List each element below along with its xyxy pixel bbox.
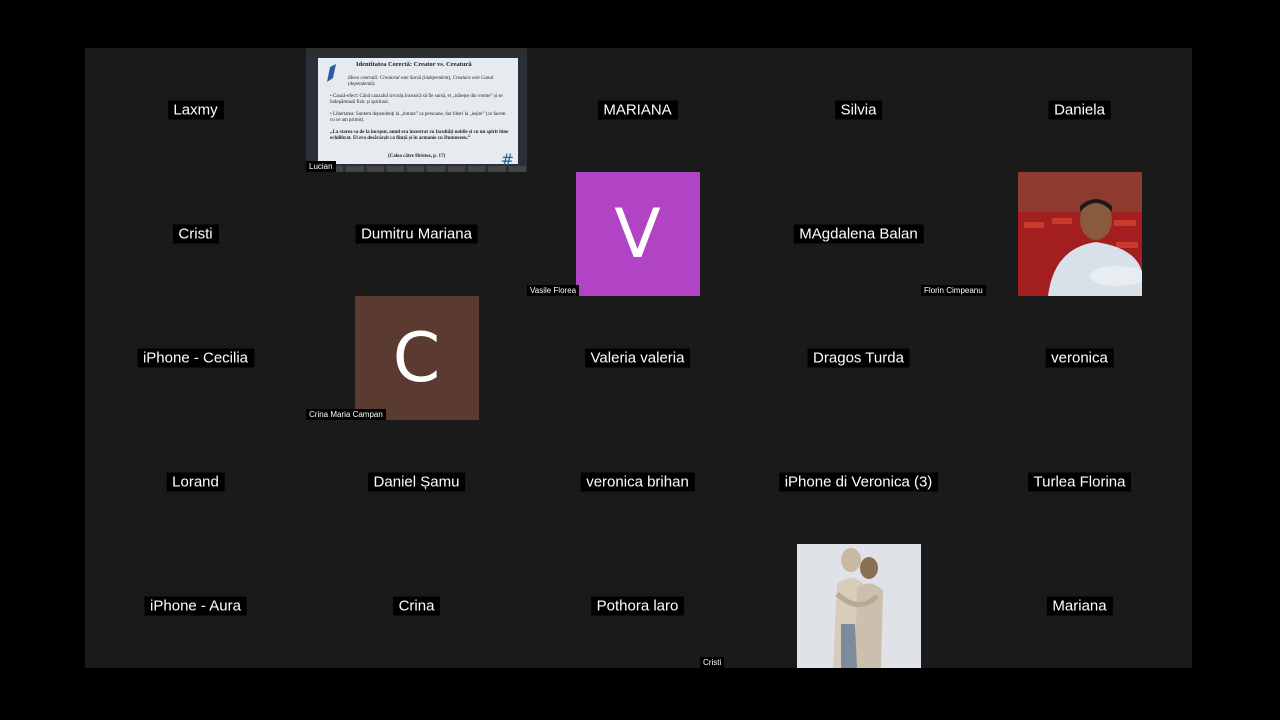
participant-name: Daniela	[1048, 100, 1111, 120]
slide-line: Ideea centrală: Creatorul este Sursă (in…	[348, 76, 494, 87]
pencil-icon	[327, 64, 336, 82]
participant-tile[interactable]: iPhone - Aura	[85, 544, 306, 668]
slide-line: • Cauză-efect: Când cauzalul izvorăș înc…	[330, 94, 503, 105]
participant-name: Laxmy	[167, 100, 224, 120]
participant-tile[interactable]: iPhone di Veronica (3)	[748, 420, 969, 544]
participant-name: Daniel Șamu	[367, 472, 466, 492]
participant-name: Turlea Florina	[1027, 472, 1132, 492]
slide-line: (Calea către Hristos, p. 17)	[388, 154, 446, 159]
participant-tile[interactable]: C Crina Maria Campan	[306, 296, 527, 420]
participant-tile[interactable]: Dumitru Mariana	[306, 172, 527, 296]
participant-name: Valeria valeria	[584, 348, 691, 368]
participant-name: veronica brihan	[580, 472, 695, 492]
person-photo-icon	[1017, 172, 1142, 296]
avatar: V	[575, 172, 700, 296]
participant-tile[interactable]: MARIANA	[527, 48, 748, 172]
shared-toolbar	[306, 48, 527, 56]
participant-tile[interactable]: Cristi	[85, 172, 306, 296]
participant-tile[interactable]: Daniela	[969, 48, 1190, 172]
participant-tile[interactable]: Crina	[306, 544, 527, 668]
participant-tile[interactable]: MAgdalena Balan	[748, 172, 969, 296]
participant-name: veronica	[1045, 348, 1114, 368]
participant-name: Dragos Turda	[807, 348, 910, 368]
participant-tile[interactable]: Daniel Șamu	[306, 420, 527, 544]
video-grid: Laxmy Identitatea Corectă: Creator vs. C…	[85, 48, 1192, 668]
participant-tile[interactable]: Dragos Turda	[748, 296, 969, 420]
participant-tile[interactable]: iPhone - Cecilia	[85, 296, 306, 420]
participant-tile[interactable]: Mariana	[969, 544, 1190, 668]
participant-name: Mariana	[1046, 596, 1113, 616]
participant-name: Florin Cimpeanu	[921, 285, 986, 296]
participant-name: Pothora laro	[590, 596, 685, 616]
slide-line: „La starea sa de la început, omul era în…	[330, 130, 509, 141]
participant-name: Cristi	[700, 657, 725, 668]
couple-figurine-icon	[796, 544, 921, 668]
participant-tile[interactable]: Florin Cimpeanu	[921, 172, 1190, 296]
slide-title: Identitatea Corectă: Creator vs. Creatur…	[356, 61, 472, 68]
participant-tile[interactable]: Pothora laro	[527, 544, 748, 668]
participant-name: iPhone - Cecilia	[136, 348, 255, 368]
participant-tile[interactable]: veronica	[969, 296, 1190, 420]
participant-name: Crina Maria Campan	[306, 409, 386, 420]
participant-name: iPhone di Veronica (3)	[778, 472, 939, 492]
participant-name: Dumitru Mariana	[355, 224, 478, 244]
screen-share-tile[interactable]: Identitatea Corectă: Creator vs. Creatur…	[306, 48, 527, 172]
shared-screen: Identitatea Corectă: Creator vs. Creatur…	[306, 48, 527, 172]
hashtag-icon: #	[500, 150, 514, 169]
participant-tile[interactable]: Silvia	[748, 48, 969, 172]
participant-name: MARIANA	[597, 100, 678, 120]
participant-tile[interactable]: veronica brihan	[527, 420, 748, 544]
participant-name: Lucian	[306, 161, 336, 172]
participant-tile[interactable]: Laxmy	[85, 48, 306, 172]
avatar: C	[354, 296, 479, 420]
participant-name: Silvia	[834, 100, 883, 120]
shared-slide: Identitatea Corectă: Creator vs. Creatur…	[318, 58, 518, 169]
participant-name: iPhone - Aura	[144, 596, 247, 616]
slide-line: • Libertatea: Suntem dependenți la „intr…	[330, 112, 506, 123]
video-feed	[1017, 172, 1142, 296]
participant-name: Lorand	[166, 472, 225, 492]
participant-tile[interactable]: Valeria valeria	[527, 296, 748, 420]
participant-tile[interactable]: V Vasile Florea	[527, 172, 748, 296]
participant-tile[interactable]: Cristi	[700, 544, 969, 668]
participant-name: Cristi	[172, 224, 219, 244]
participant-name: Vasile Florea	[527, 285, 580, 296]
participant-name: MAgdalena Balan	[793, 224, 924, 244]
participant-tile[interactable]: Lorand	[85, 420, 306, 544]
participant-name: Crina	[392, 596, 441, 616]
profile-picture	[796, 544, 921, 668]
participant-tile[interactable]: Turlea Florina	[969, 420, 1190, 544]
